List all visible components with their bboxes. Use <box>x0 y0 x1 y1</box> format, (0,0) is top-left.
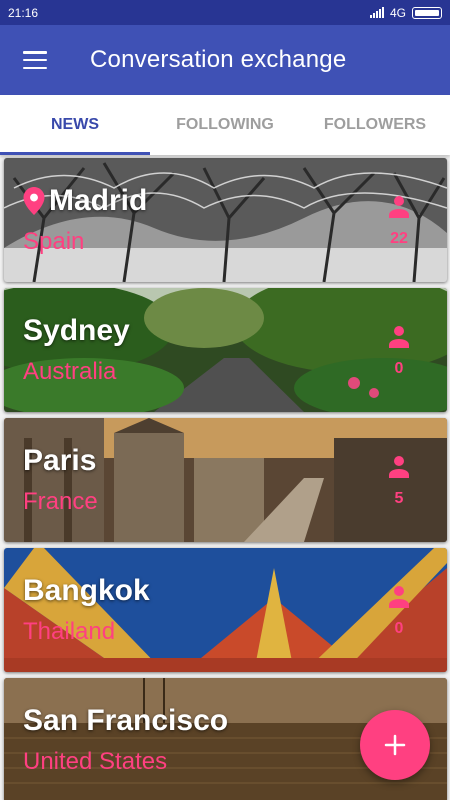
city-card-bangkok[interactable]: Bangkok Thailand 0 <box>4 548 447 672</box>
city-card-paris[interactable]: Paris France 5 <box>4 418 447 542</box>
city-card-sydney[interactable]: Sydney Australia 0 <box>4 288 447 412</box>
tab-news[interactable]: NEWS <box>0 95 150 155</box>
network-type: 4G <box>389 5 406 20</box>
follower-count: 0 <box>394 620 404 637</box>
card-country-name: Thailand <box>23 618 116 645</box>
card-city-name: Bangkok <box>23 574 150 608</box>
add-fab-button[interactable] <box>360 710 430 780</box>
card-city-name: Sydney <box>23 314 130 348</box>
person-icon <box>389 586 409 608</box>
card-background-image <box>4 418 447 542</box>
card-country-name: Spain <box>23 228 85 255</box>
followers-indicator: 22 <box>387 194 411 248</box>
location-pin-icon <box>23 187 45 215</box>
city-label: Paris <box>23 444 97 477</box>
status-bar: 21:16 4G <box>0 0 450 25</box>
battery-icon <box>412 6 442 19</box>
card-country-name: United States <box>23 748 168 775</box>
city-card-madrid[interactable]: Madrid Spain 22 <box>4 158 447 282</box>
card-background-image <box>4 288 447 412</box>
city-label: Bangkok <box>23 574 150 607</box>
tab-followers[interactable]: FOLLOWERS <box>300 95 450 155</box>
status-time: 21:16 <box>8 5 39 20</box>
person-icon <box>389 326 409 348</box>
followers-indicator: 5 <box>387 454 411 508</box>
signal-icon <box>369 7 384 18</box>
plus-icon <box>384 734 406 756</box>
follower-count: 0 <box>394 360 404 377</box>
card-city-name: San Francisco <box>23 704 228 738</box>
card-background-image <box>4 548 447 672</box>
person-icon <box>389 456 409 478</box>
card-country-name: France <box>23 488 98 515</box>
follower-count: 22 <box>390 230 408 247</box>
status-icons: 4G <box>369 5 442 20</box>
followers-indicator: 0 <box>387 584 411 638</box>
city-label: San Francisco <box>23 704 229 737</box>
tab-following[interactable]: FOLLOWING <box>150 95 300 155</box>
app-bar: Conversation exchange <box>0 25 450 95</box>
hamburger-menu-icon[interactable] <box>23 51 47 69</box>
tab-bar: NEWS FOLLOWING FOLLOWERS <box>0 95 450 155</box>
followers-indicator: 0 <box>387 324 411 378</box>
card-city-name: Madrid <box>23 184 147 218</box>
city-list: Madrid Spain 22 Sydney Australia 0 Paris… <box>0 155 450 800</box>
city-label: Sydney <box>23 314 130 347</box>
app-title: Conversation exchange <box>90 46 347 73</box>
card-country-name: Australia <box>23 358 117 385</box>
follower-count: 5 <box>394 490 404 507</box>
card-city-name: Paris <box>23 444 96 478</box>
person-icon <box>389 196 409 218</box>
city-label: Madrid <box>49 184 148 217</box>
card-background-image <box>4 158 447 282</box>
